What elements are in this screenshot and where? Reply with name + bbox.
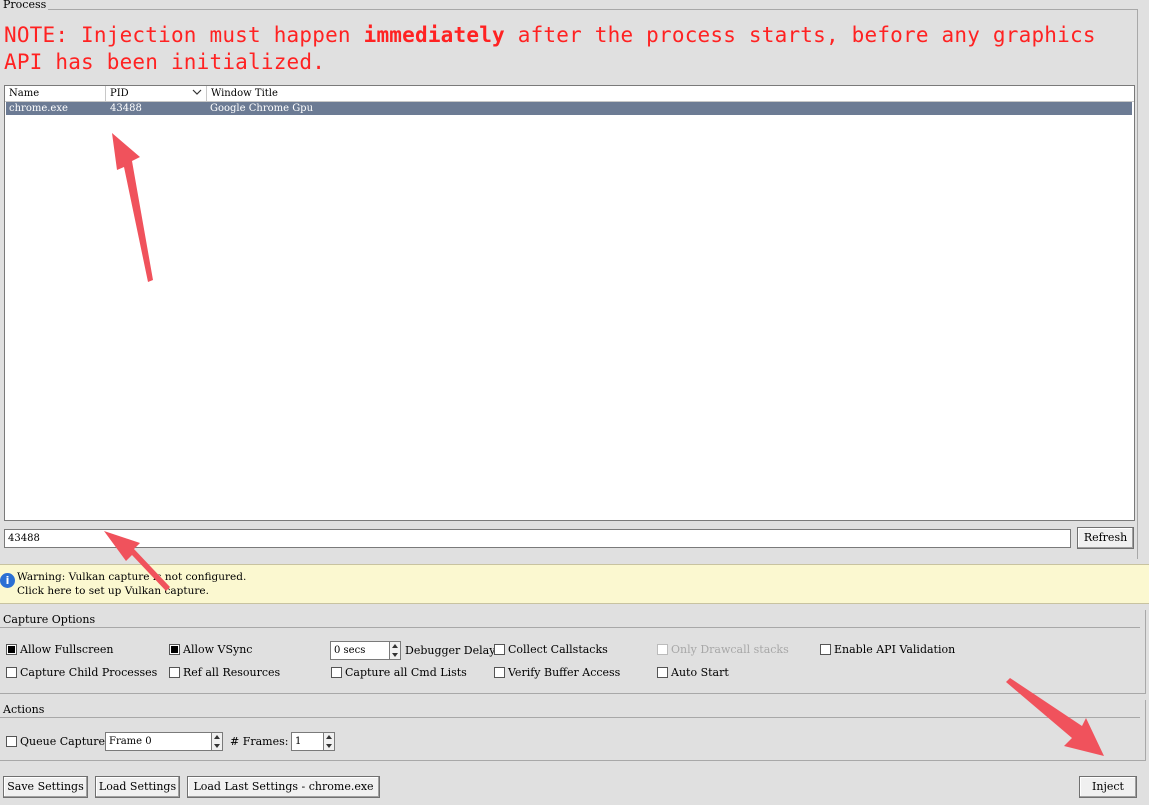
checkbox-box [494, 667, 505, 678]
info-icon: i [0, 573, 15, 588]
annotation-arrow-to-pid [112, 133, 153, 282]
checkbox-box [6, 644, 17, 655]
row-pid: 43488 [110, 103, 142, 114]
verify-buffer-access-checkbox[interactable]: Verify Buffer Access [494, 666, 620, 679]
note-emphasis: immediately [363, 23, 505, 47]
actions-group [0, 700, 1146, 761]
debugger-delay-spinner[interactable] [389, 641, 401, 660]
allow-vsync-checkbox[interactable]: Allow VSync [169, 643, 252, 656]
capture-child-processes-checkbox[interactable]: Capture Child Processes [6, 666, 157, 679]
note-prefix: NOTE: Injection must happen [4, 23, 364, 47]
capture-all-cmd-lists-checkbox[interactable]: Capture all Cmd Lists [331, 666, 467, 679]
save-settings-button[interactable]: Save Settings [3, 776, 88, 798]
checkbox-box [331, 667, 342, 678]
checkbox-box [6, 667, 17, 678]
queue-frame-spinner[interactable] [211, 732, 223, 751]
process-group-title: Process [3, 0, 47, 11]
column-header-name[interactable]: Name [5, 86, 106, 101]
debugger-delay-label: Debugger Delay [405, 644, 496, 657]
frames-label: # Frames: [230, 735, 289, 748]
chevron-down-icon [192, 89, 202, 95]
queue-frame-input[interactable] [105, 732, 212, 751]
checkbox-box [657, 644, 668, 655]
row-window-title: Google Chrome Gpu [210, 103, 314, 114]
process-group-right-border [1137, 9, 1138, 559]
debugger-delay-input[interactable] [330, 641, 390, 660]
actions-title: Actions [3, 703, 45, 716]
auto-start-checkbox[interactable]: Auto Start [657, 666, 729, 679]
frames-count-spinner[interactable] [323, 732, 335, 751]
load-settings-button[interactable]: Load Settings [95, 776, 180, 798]
load-last-settings-button[interactable]: Load Last Settings - chrome.exe [187, 776, 380, 798]
checkbox-box [6, 736, 17, 747]
enable-api-validation-checkbox[interactable]: Enable API Validation [820, 643, 955, 656]
collect-callstacks-checkbox[interactable]: Collect Callstacks [494, 643, 608, 656]
refresh-button[interactable]: Refresh [1077, 527, 1134, 549]
table-row[interactable]: chrome.exe 43488 Google Chrome Gpu [6, 102, 1132, 115]
frames-count-input[interactable] [291, 732, 324, 751]
column-header-pid[interactable]: PID [106, 86, 207, 101]
inject-button[interactable]: Inject [1079, 776, 1137, 798]
row-name: chrome.exe [9, 103, 68, 114]
ref-all-resources-checkbox[interactable]: Ref all Resources [169, 666, 280, 679]
only-drawcall-stacks-checkbox: Only Drawcall stacks [657, 643, 789, 656]
capture-options-divider [0, 627, 1140, 628]
injection-note: NOTE: Injection must happen immediately … [4, 22, 1144, 76]
checkbox-box [820, 644, 831, 655]
allow-fullscreen-checkbox[interactable]: Allow Fullscreen [6, 643, 113, 656]
actions-divider [0, 717, 1140, 718]
process-list[interactable]: Name PID Window Title chrome.exe 43488 G… [4, 85, 1135, 521]
checkbox-box [169, 644, 180, 655]
capture-options-title: Capture Options [3, 613, 96, 626]
checkbox-box [657, 667, 668, 678]
checkbox-box [494, 644, 505, 655]
annotation-arrow-to-filter [104, 531, 170, 591]
queue-capture-checkbox[interactable]: Queue Capture [6, 735, 105, 748]
process-group-divider [48, 9, 1138, 10]
annotation-arrow-to-inject [1006, 678, 1104, 756]
process-list-header: Name PID Window Title [5, 86, 1134, 102]
checkbox-box [169, 667, 180, 678]
column-header-window-title[interactable]: Window Title [207, 86, 1133, 101]
